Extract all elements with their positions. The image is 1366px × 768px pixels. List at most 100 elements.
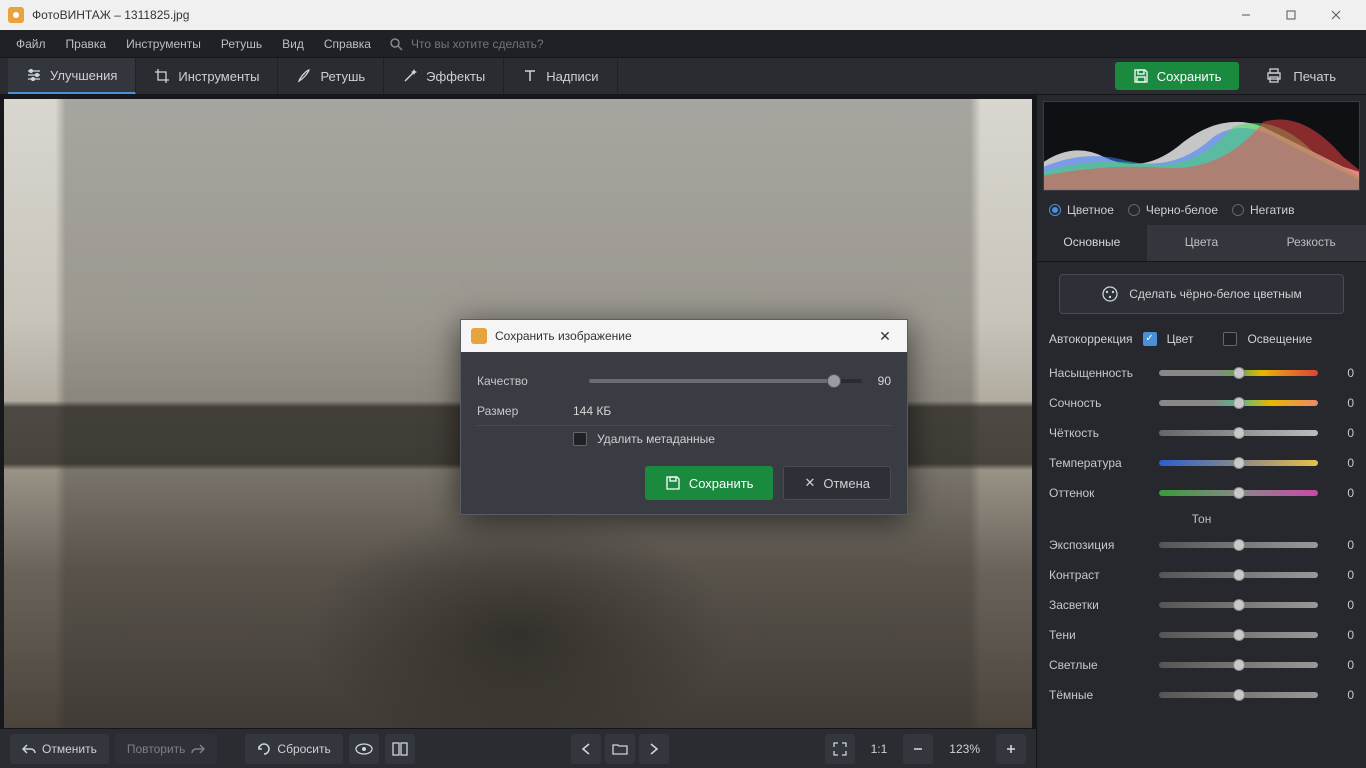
dialog-titlebar: Сохранить изображение ✕ xyxy=(461,320,907,352)
proptab-basic[interactable]: Основные xyxy=(1037,225,1147,261)
tab-enhance[interactable]: Улучшения xyxy=(8,58,136,94)
compare-button[interactable] xyxy=(385,734,415,764)
slider-highlights[interactable]: Засветки0 xyxy=(1049,590,1354,620)
print-button-label: Печать xyxy=(1293,69,1336,84)
autocorr-label: Автокоррекция xyxy=(1049,332,1133,346)
section-tone-label: Тон xyxy=(1049,508,1354,530)
tab-tools-label: Инструменты xyxy=(178,69,259,84)
reset-icon xyxy=(257,742,271,756)
mode-negative[interactable]: Негатив xyxy=(1232,203,1294,217)
delete-metadata-checkbox[interactable] xyxy=(573,432,587,446)
window-maximize-button[interactable] xyxy=(1268,0,1313,30)
save-button-label: Сохранить xyxy=(1157,69,1222,84)
dialog-cancel-label: Отмена xyxy=(823,476,870,491)
main-toolbar: Улучшения Инструменты Ретушь Эффекты Над… xyxy=(0,58,1366,95)
fit-screen-button[interactable] xyxy=(825,734,855,764)
save-image-dialog: Сохранить изображение ✕ Качество 90 Разм… xyxy=(460,319,908,515)
dialog-save-button[interactable]: Сохранить xyxy=(645,466,774,500)
colorize-button[interactable]: Сделать чёрно-белое цветным xyxy=(1059,274,1344,314)
slider-clarity[interactable]: Чёткость0 xyxy=(1049,418,1354,448)
tab-text[interactable]: Надписи xyxy=(504,58,617,94)
canvas-bottom-bar: Отменить Повторить Сбросить 1:1 xyxy=(0,728,1036,768)
autocorr-color-label: Цвет xyxy=(1167,332,1194,346)
autocorr-light-checkbox[interactable] xyxy=(1223,332,1237,346)
menu-help[interactable]: Справка xyxy=(314,33,381,55)
search-icon xyxy=(389,37,403,51)
autocorr-light-label: Освещение xyxy=(1247,332,1312,346)
undo-icon xyxy=(22,742,36,756)
slider-tint[interactable]: Оттенок0 xyxy=(1049,478,1354,508)
dialog-save-label: Сохранить xyxy=(689,476,754,491)
reset-button[interactable]: Сбросить xyxy=(245,734,342,764)
histogram xyxy=(1043,101,1360,191)
slider-temperature[interactable]: Температура0 xyxy=(1049,448,1354,478)
tab-effects-label: Эффекты xyxy=(426,69,485,84)
slider-exposure[interactable]: Экспозиция0 xyxy=(1049,530,1354,560)
properties-panel: Цветное Черно-белое Негатив Основные Цве… xyxy=(1036,95,1366,768)
size-value: 144 КБ xyxy=(573,404,611,418)
save-disk-icon xyxy=(1133,68,1149,84)
palette-icon xyxy=(1101,285,1119,303)
color-mode-row: Цветное Черно-белое Негатив xyxy=(1037,195,1366,225)
menu-edit[interactable]: Правка xyxy=(56,33,117,55)
command-search-input[interactable] xyxy=(403,33,643,55)
save-button[interactable]: Сохранить xyxy=(1115,62,1240,90)
undo-label: Отменить xyxy=(42,742,97,756)
mode-bw[interactable]: Черно-белое xyxy=(1128,203,1218,217)
mode-color[interactable]: Цветное xyxy=(1049,203,1114,217)
colorize-label: Сделать чёрно-белое цветным xyxy=(1129,287,1302,301)
quality-slider[interactable] xyxy=(589,379,862,383)
tab-enhance-label: Улучшения xyxy=(50,68,117,83)
redo-button[interactable]: Повторить xyxy=(115,734,218,764)
dialog-title-text: Сохранить изображение xyxy=(495,329,632,343)
wand-icon xyxy=(402,68,418,84)
menubar: Файл Правка Инструменты Ретушь Вид Справ… xyxy=(0,30,1366,58)
autocorr-color-checkbox[interactable] xyxy=(1143,332,1157,346)
zoom-ratio-button[interactable]: 1:1 xyxy=(861,742,898,756)
tab-retouch[interactable]: Ретушь xyxy=(278,58,384,94)
save-disk-icon xyxy=(665,475,681,491)
window-close-button[interactable] xyxy=(1313,0,1358,30)
slider-shadows[interactable]: Тени0 xyxy=(1049,620,1354,650)
crop-icon xyxy=(154,68,170,84)
tab-effects[interactable]: Эффекты xyxy=(384,58,504,94)
dialog-app-icon xyxy=(471,328,487,344)
undo-button[interactable]: Отменить xyxy=(10,734,109,764)
delete-metadata-label: Удалить метаданные xyxy=(597,432,715,446)
close-icon: ✕ xyxy=(804,475,815,491)
printer-icon xyxy=(1265,68,1283,84)
slider-whites[interactable]: Светлые0 xyxy=(1049,650,1354,680)
size-label: Размер xyxy=(477,404,573,418)
zoom-value: 123% xyxy=(939,742,990,756)
radio-icon xyxy=(1232,204,1244,216)
menu-view[interactable]: Вид xyxy=(272,33,314,55)
tab-tools[interactable]: Инструменты xyxy=(136,58,278,94)
autocorrection-row: Автокоррекция Цвет Освещение xyxy=(1037,326,1366,356)
slider-saturation[interactable]: Насыщенность0 xyxy=(1049,358,1354,388)
slider-vibrance[interactable]: Сочность0 xyxy=(1049,388,1354,418)
property-tabs: Основные Цвета Резкость xyxy=(1037,225,1366,262)
slider-blacks[interactable]: Тёмные0 xyxy=(1049,680,1354,710)
proptab-colors[interactable]: Цвета xyxy=(1147,225,1257,261)
dialog-cancel-button[interactable]: ✕ Отмена xyxy=(783,466,891,500)
slider-contrast[interactable]: Контраст0 xyxy=(1049,560,1354,590)
window-minimize-button[interactable] xyxy=(1223,0,1268,30)
open-folder-button[interactable] xyxy=(605,734,635,764)
dialog-close-button[interactable]: ✕ xyxy=(873,328,897,345)
zoom-in-button[interactable] xyxy=(996,734,1026,764)
window-title: ФотоВИНТАЖ – 1311825.jpg xyxy=(32,8,1223,22)
app-icon xyxy=(8,7,24,23)
menu-retouch[interactable]: Ретушь xyxy=(211,33,272,55)
menu-file[interactable]: Файл xyxy=(6,33,56,55)
quality-label: Качество xyxy=(477,374,573,388)
text-icon xyxy=(522,68,538,84)
print-button[interactable]: Печать xyxy=(1247,62,1354,90)
proptab-sharp[interactable]: Резкость xyxy=(1256,225,1366,261)
tab-text-label: Надписи xyxy=(546,69,598,84)
next-image-button[interactable] xyxy=(639,734,669,764)
menu-tools[interactable]: Инструменты xyxy=(116,33,211,55)
preview-toggle-button[interactable] xyxy=(349,734,379,764)
zoom-out-button[interactable] xyxy=(903,734,933,764)
prev-image-button[interactable] xyxy=(571,734,601,764)
window-titlebar: ФотоВИНТАЖ – 1311825.jpg xyxy=(0,0,1366,30)
